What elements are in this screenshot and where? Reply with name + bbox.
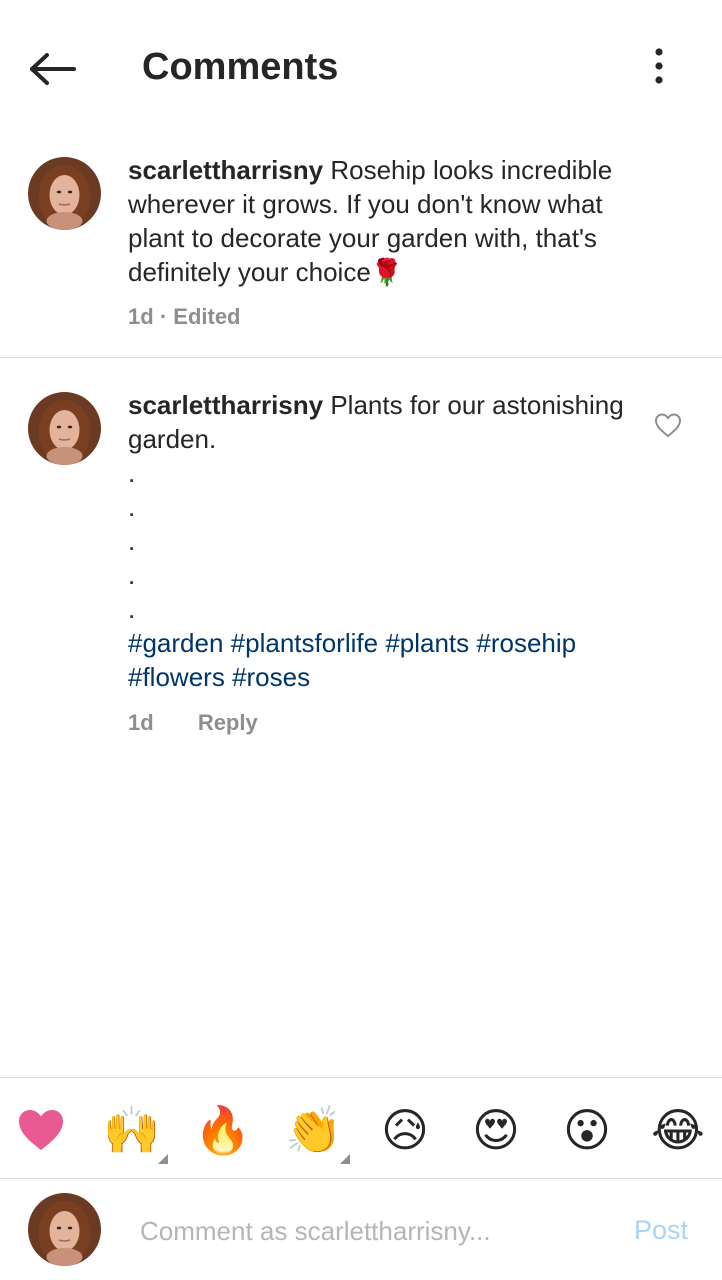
hashtag-link[interactable]: #rosehip [476,628,576,658]
more-vertical-icon [655,48,663,84]
more-options-button[interactable] [638,44,680,88]
laughing-face-emoji-icon: 😂 [651,1104,705,1156]
comment-username[interactable]: scarlettharrisny [128,155,323,185]
heart-emoji-icon [19,1110,63,1150]
avatar[interactable] [28,157,101,230]
comment-input-bar: Post [0,1178,722,1280]
page-title: Comments [142,46,339,88]
back-button[interactable] [22,44,82,94]
laughing-face-emoji-button[interactable]: 😂 [648,1100,708,1160]
avatar-image [28,157,101,230]
dot-line: . [128,560,136,590]
heart-outline-icon [654,413,682,438]
dot-line: . [128,594,136,624]
clapping-hands-emoji-button[interactable]: 👏 [284,1100,350,1164]
fire-emoji-icon: 🔥 [194,1104,252,1156]
hashtag-link[interactable]: #garden [128,628,223,658]
hashtag-link[interactable]: #plantsforlife [231,628,378,658]
avatar[interactable] [28,392,101,465]
raising-hands-emoji-icon: 🙌 [103,1104,161,1156]
comment-meta: 1d · Edited [128,302,241,332]
comment-text: scarlettharrisny Rosehip looks incredibl… [128,153,648,289]
header: Comments [0,0,722,134]
hashtag-link[interactable]: #roses [232,662,310,692]
dot-line: . [128,492,136,522]
comment-time: 1d [128,710,154,735]
comment-username[interactable]: scarlettharrisny [128,390,323,420]
comment-time: 1d [128,304,154,329]
reply-button[interactable]: Reply [198,708,258,738]
heart-emoji-button[interactable] [11,1100,71,1160]
heart-eyes-emoji-icon: 😍 [472,1104,520,1156]
clapping-hands-emoji-icon: 👏 [285,1104,343,1156]
comment-meta: 1d Reply [128,708,258,738]
back-arrow-icon [30,53,76,85]
sad-face-emoji-button[interactable]: 😥 [375,1100,435,1160]
hashtags: #garden #plantsforlife #plants #rosehip … [128,628,576,692]
surprised-face-emoji-button[interactable]: 😮 [557,1100,617,1160]
avatar-image [28,1193,101,1266]
dot-line: . [128,526,136,556]
fire-emoji-button[interactable]: 🔥 [193,1100,253,1160]
emoji-bar: 🙌 🔥 👏 😥 😍 😮 😂 [0,1077,722,1178]
comment-input[interactable] [140,1209,610,1253]
meta-separator: · [159,304,168,329]
like-button[interactable] [654,412,682,438]
hashtag-link[interactable]: #plants [385,628,469,658]
comment-text: scarlettharrisny Plants for our astonish… [128,388,628,694]
sad-face-emoji-icon: 😥 [381,1104,429,1156]
surprised-face-emoji-icon: 😮 [563,1104,611,1156]
rose-emoji: 🌹 [370,257,404,287]
avatar-image [28,392,101,465]
edited-label: Edited [173,304,241,329]
heart-eyes-emoji-button[interactable]: 😍 [466,1100,526,1160]
post-button[interactable]: Post [634,1215,688,1246]
hashtag-link[interactable]: #flowers [128,662,225,692]
comments-screen: Comments scarlettharrisny Rosehip looks … [0,0,722,1280]
raising-hands-emoji-button[interactable]: 🙌 [102,1100,168,1164]
avatar [28,1193,101,1266]
variant-indicator-icon [340,1154,350,1164]
variant-indicator-icon [158,1154,168,1164]
divider [0,357,722,358]
dot-line: . [128,458,136,488]
